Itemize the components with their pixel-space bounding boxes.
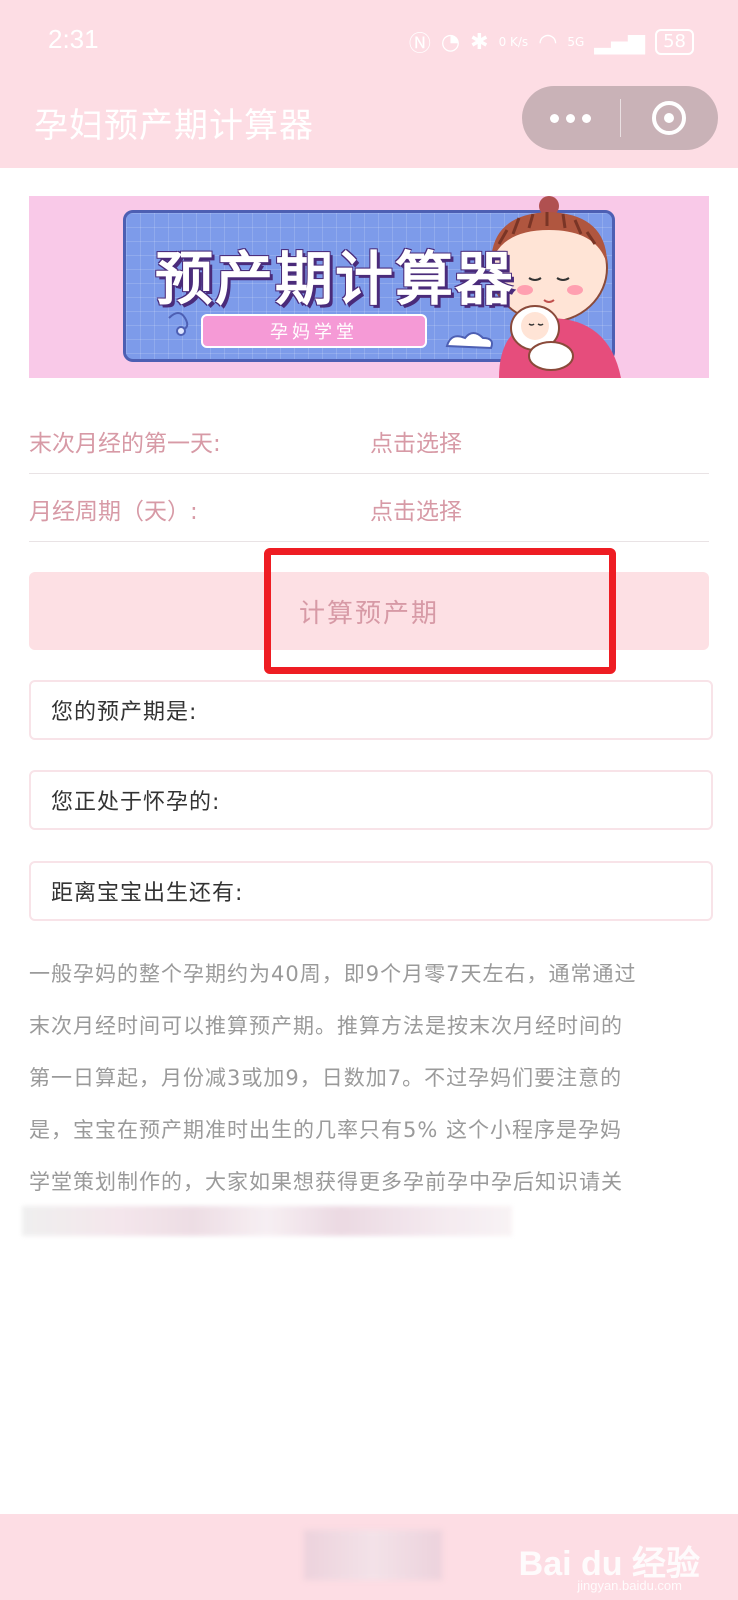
description-line: 是，宝宝在预产期准时出生的几率只有5% 这个小程序是孕妈 <box>29 1118 622 1142</box>
wifi-icon: ◠ <box>538 29 558 55</box>
blurred-footer <box>304 1530 442 1580</box>
calculate-due-date-button[interactable]: 计算预产期 <box>29 572 709 650</box>
description-line: 学堂策划制作的，大家如果想获得更多孕前孕中孕后知识请关 <box>29 1170 623 1194</box>
more-dot-icon <box>550 113 560 123</box>
status-time: 2:31 <box>48 24 99 54</box>
battery-indicator: 58 <box>655 29 694 55</box>
signal-label: 5G <box>567 35 585 49</box>
banner-image: 预产期计算器 孕妈学堂 <box>29 196 709 378</box>
cycle-length-picker[interactable]: 点击选择 <box>370 492 462 526</box>
last-period-picker[interactable]: 点击选择 <box>370 424 462 458</box>
bluetooth-icon: ✱ <box>470 29 489 55</box>
more-dot-icon <box>566 113 576 123</box>
cycle-length-label: 月经周期（天）: <box>29 498 198 525</box>
banner-title: 预产期计算器 <box>155 245 516 313</box>
baidu-watermark-url: jingyan.baidu.com <box>577 1578 682 1593</box>
signal-icon: ▂▄▆ <box>594 29 646 55</box>
more-button[interactable] <box>522 86 620 150</box>
result-due-date: 您的预产期是: <box>29 680 713 740</box>
description-line: 一般孕妈的整个孕期约为40周，即9个月零7天左右，通常通过 <box>29 962 637 986</box>
alarm-icon: ◔ <box>440 29 461 55</box>
more-dot-icon <box>582 113 592 123</box>
page-title: 孕妇预产期计算器 <box>34 106 314 146</box>
banner-subtitle: 孕妈学堂 <box>201 314 427 348</box>
last-period-label: 末次月经的第一天: <box>29 430 221 457</box>
close-button[interactable] <box>621 86 719 150</box>
bottom-bar: Bai du 经验 jingyan.baidu.com <box>0 1514 738 1600</box>
target-close-icon <box>652 101 687 135</box>
nfc-icon: Ⓝ <box>408 32 431 57</box>
description-text: 一般孕妈的整个孕期约为40周，即9个月零7天左右，通常通过 末次月经时间可以推算… <box>29 948 713 1208</box>
result-pregnancy-stage: 您正处于怀孕的: <box>29 770 713 830</box>
description-line: 末次月经时间可以推算预产期。推算方法是按末次月经时间的 <box>29 1014 623 1038</box>
description-line: 第一日算起，月份减3或加9，日数加7。不过孕妈们要注意的 <box>29 1066 623 1090</box>
status-icons: Ⓝ ◔ ✱ 0 K/s ◠ 5G ▂▄▆ 58 <box>409 26 694 58</box>
miniprogram-capsule <box>522 86 718 150</box>
cycle-length-row[interactable]: 月经周期（天）: 点击选择 <box>29 476 709 542</box>
network-speed: 0 K/s <box>498 35 529 49</box>
result-days-remaining: 距离宝宝出生还有: <box>29 861 713 921</box>
blurred-text <box>22 1206 512 1236</box>
last-period-row[interactable]: 末次月经的第一天: 点击选择 <box>29 408 709 474</box>
top-bar: 2:31 Ⓝ ◔ ✱ 0 K/s ◠ 5G ▂▄▆ 58 孕妇预产期计算器 <box>0 0 738 168</box>
